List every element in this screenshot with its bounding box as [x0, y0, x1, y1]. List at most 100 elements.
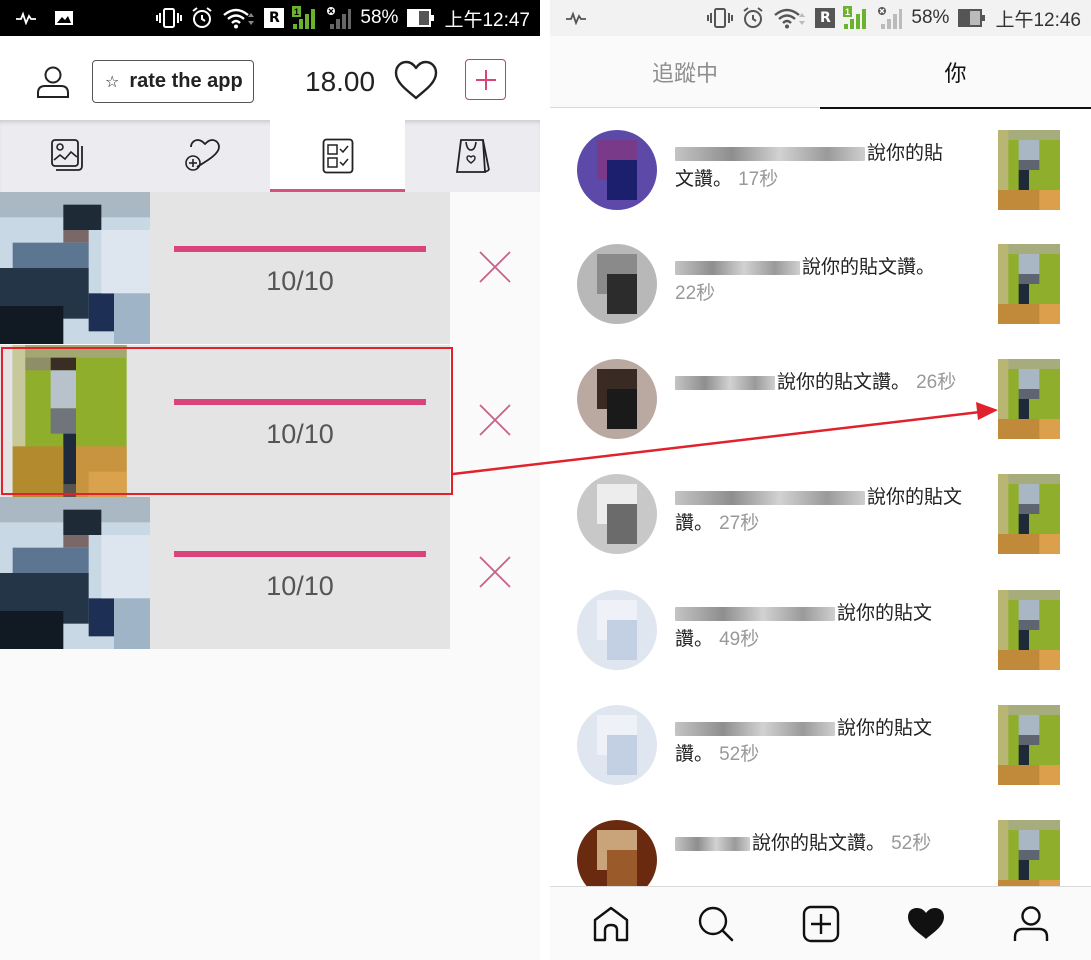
tab-get-likes[interactable]: [135, 120, 270, 192]
app-header: ☆ rate the app 18.00: [0, 36, 540, 120]
notification-message-cont: 文讚。: [675, 168, 733, 190]
liked-post-thumbnail[interactable]: [998, 590, 1060, 670]
tab-tasks[interactable]: [270, 120, 405, 192]
task-row: 10/10: [0, 497, 540, 649]
add-like-icon: [184, 139, 220, 171]
alarm-icon: [190, 6, 214, 30]
checklist-icon: [322, 138, 353, 174]
plus-icon: [475, 69, 496, 90]
post-thumbnail[interactable]: [0, 192, 152, 344]
notification-item[interactable]: 說你的貼 文讚。 17秒: [550, 118, 1091, 233]
username-blurred[interactable]: [675, 375, 775, 390]
remove-task-button[interactable]: [478, 250, 512, 284]
liked-post-thumbnail[interactable]: [998, 359, 1060, 439]
wifi-icon: [773, 7, 807, 29]
svg-text:1: 1: [294, 7, 299, 17]
profile-icon: [1013, 905, 1048, 941]
notification-time: 49秒: [719, 629, 760, 650]
roaming-r-icon: R: [264, 8, 285, 28]
feature-tabs: [0, 120, 540, 192]
tab-photos[interactable]: [0, 120, 135, 192]
bottom-navigation: [550, 886, 1091, 960]
task-progress-panel: 10/10: [150, 497, 450, 649]
notification-message: 說你的貼文讚。: [802, 256, 936, 278]
user-avatar[interactable]: [577, 130, 657, 210]
progress-bar: [174, 246, 426, 252]
notification-time: 52秒: [719, 744, 760, 765]
tab-shop[interactable]: [405, 120, 540, 192]
notification-message: 說你的貼文讚。: [777, 371, 911, 393]
image-notification-icon: [54, 10, 74, 26]
task-progress-panel: 10/10: [150, 192, 450, 344]
notification-message-cont: 讚。: [675, 512, 714, 534]
signal-sim1-icon: 1: [843, 6, 869, 30]
remove-task-button[interactable]: [478, 555, 512, 589]
username-blurred[interactable]: [675, 606, 835, 621]
username-blurred[interactable]: [675, 836, 750, 851]
notification-text: 說你的貼 文讚。 17秒: [675, 140, 975, 193]
username-blurred[interactable]: [675, 146, 865, 161]
user-avatar[interactable]: [577, 359, 657, 439]
activity-icon: [16, 11, 36, 25]
post-thumbnail[interactable]: [0, 345, 152, 497]
rate-button-label: rate the app: [129, 70, 243, 92]
notification-item[interactable]: 說你的貼文 讚。 49秒: [550, 578, 1091, 693]
battery-percent: 58%: [360, 7, 399, 28]
nav-new-post[interactable]: [791, 894, 851, 954]
tab-following[interactable]: 追蹤中: [550, 36, 820, 108]
liked-post-thumbnail[interactable]: [998, 130, 1060, 210]
signal-sim2-no-service-icon: [877, 6, 903, 30]
photos-stack-icon: [50, 139, 83, 171]
notification-text: 說你的貼文讚。 26秒: [675, 369, 975, 396]
home-icon: [593, 906, 628, 941]
notification-time: 52秒: [891, 833, 932, 854]
status-bar: R 1 58% 上午12:47: [0, 0, 540, 36]
notification-item[interactable]: 說你的貼文 讚。 27秒: [550, 462, 1091, 577]
notification-item[interactable]: 說你的貼文讚。 26秒: [550, 347, 1091, 462]
notification-time: 26秒: [916, 372, 957, 393]
username-blurred[interactable]: [675, 721, 835, 736]
battery-percent: 58%: [911, 7, 950, 28]
nav-activity[interactable]: [896, 894, 956, 954]
username-blurred[interactable]: [675, 260, 800, 275]
nav-search[interactable]: [686, 894, 746, 954]
remove-task-button[interactable]: [478, 403, 512, 437]
profile-icon[interactable]: [36, 65, 70, 99]
notification-item[interactable]: 說你的貼文讚。 22秒: [550, 232, 1091, 347]
svg-text:1: 1: [845, 7, 850, 17]
liked-post-thumbnail[interactable]: [998, 474, 1060, 554]
heart-icon[interactable]: [393, 59, 439, 105]
post-thumbnail[interactable]: [0, 497, 152, 649]
left-phone-screen: R 1 58% 上午12:47 ☆ rate the app 18.00 10/…: [0, 0, 540, 960]
liked-post-thumbnail[interactable]: [998, 244, 1060, 324]
activity-heart-icon: [907, 907, 944, 939]
user-avatar[interactable]: [577, 244, 657, 324]
user-avatar[interactable]: [577, 474, 657, 554]
nav-home[interactable]: [581, 894, 641, 954]
user-avatar[interactable]: [577, 705, 657, 785]
liked-post-thumbnail[interactable]: [998, 705, 1060, 785]
add-button[interactable]: [465, 59, 506, 100]
notification-time: 27秒: [719, 513, 760, 534]
notification-item[interactable]: 說你的貼文讚。 52秒: [550, 693, 1091, 808]
rate-the-app-button[interactable]: ☆ rate the app: [92, 60, 254, 103]
notification-message: 說你的貼文讚。: [752, 832, 886, 854]
vibrate-icon: [156, 7, 183, 29]
notification-text: 說你的貼文 讚。 27秒: [675, 484, 975, 537]
wifi-icon: [222, 7, 256, 29]
right-phone-screen: R 1 58% 上午12:46 追蹤中 你 說你的貼 文讚。 17秒 說你的貼文讚。…: [550, 0, 1091, 960]
notification-message: 說你的貼文: [837, 717, 933, 739]
search-icon: [698, 906, 733, 941]
username-blurred[interactable]: [675, 490, 865, 505]
progress-label: 10/10: [266, 571, 334, 601]
notification-text: 說你的貼文讚。 22秒: [675, 254, 975, 307]
notification-time: 22秒: [675, 283, 716, 304]
alarm-icon: [741, 6, 765, 30]
nav-profile[interactable]: [1001, 894, 1061, 954]
signal-sim2-no-service-icon: [326, 6, 352, 30]
notification-message: 說你的貼文: [837, 602, 933, 624]
user-avatar[interactable]: [577, 590, 657, 670]
tab-you[interactable]: 你: [820, 36, 1091, 109]
progress-bar: [174, 399, 426, 405]
shopping-bag-icon: [455, 139, 490, 173]
